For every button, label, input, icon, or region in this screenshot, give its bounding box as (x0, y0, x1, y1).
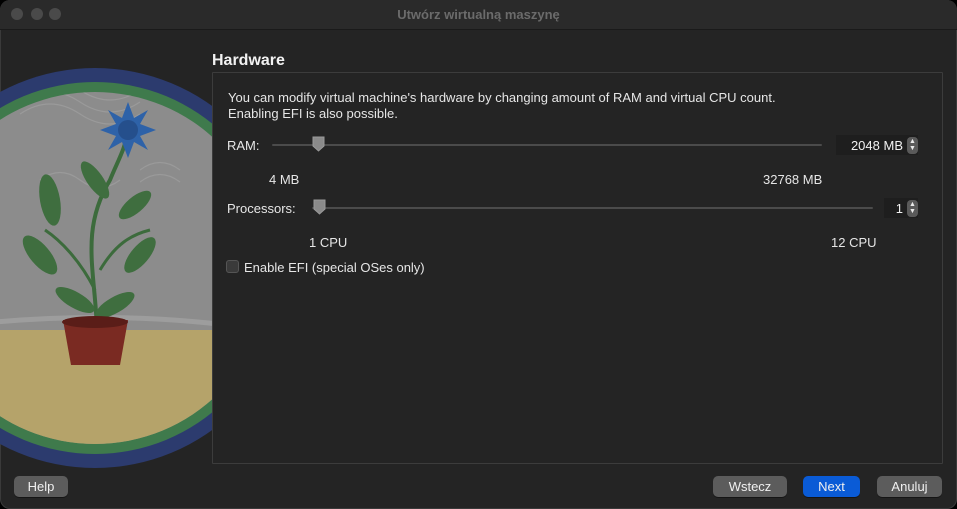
ram-spinbox[interactable]: 2048 MB ▲ ▼ (836, 135, 918, 155)
processors-value[interactable]: 1 (896, 201, 907, 216)
processors-spinbox[interactable]: 1 ▲ ▼ (884, 198, 918, 218)
page-heading: Hardware (212, 52, 285, 69)
processors-slider-track[interactable] (312, 207, 873, 209)
ram-max-label: 32768 MB (763, 172, 823, 187)
help-button[interactable]: Help (14, 476, 68, 497)
page-description: You can modify virtual machine's hardwar… (228, 90, 928, 122)
ram-stepper-icon[interactable]: ▲ ▼ (907, 136, 918, 154)
wizard-window: Utwórz wirtualną maszynę Hardware You ca… (0, 0, 957, 509)
ram-slider-track[interactable] (272, 144, 822, 146)
efi-checkbox[interactable] (226, 260, 239, 273)
processors-slider-thumb[interactable] (313, 199, 326, 215)
description-line-1: You can modify virtual machine's hardwar… (228, 90, 776, 105)
ram-min-label: 4 MB (269, 172, 300, 187)
back-button[interactable]: Wstecz (713, 476, 787, 497)
processors-min-label: 1 CPU (309, 235, 348, 250)
processors-label: Processors: (227, 201, 296, 216)
cancel-button[interactable]: Anuluj (877, 476, 942, 497)
next-button[interactable]: Next (803, 476, 860, 497)
ram-value[interactable]: 2048 MB (851, 138, 907, 153)
ram-slider-thumb[interactable] (312, 136, 325, 152)
window-title: Utwórz wirtualną maszynę (397, 7, 560, 22)
processors-max-label: 12 CPU (831, 235, 877, 250)
processors-stepper-icon[interactable]: ▲ ▼ (907, 199, 918, 217)
description-line-2: Enabling EFI is also possible. (228, 106, 398, 121)
title-bar: Utwórz wirtualną maszynę (0, 0, 957, 30)
ram-label: RAM: (227, 138, 260, 153)
efi-checkbox-label[interactable]: Enable EFI (special OSes only) (244, 260, 425, 275)
